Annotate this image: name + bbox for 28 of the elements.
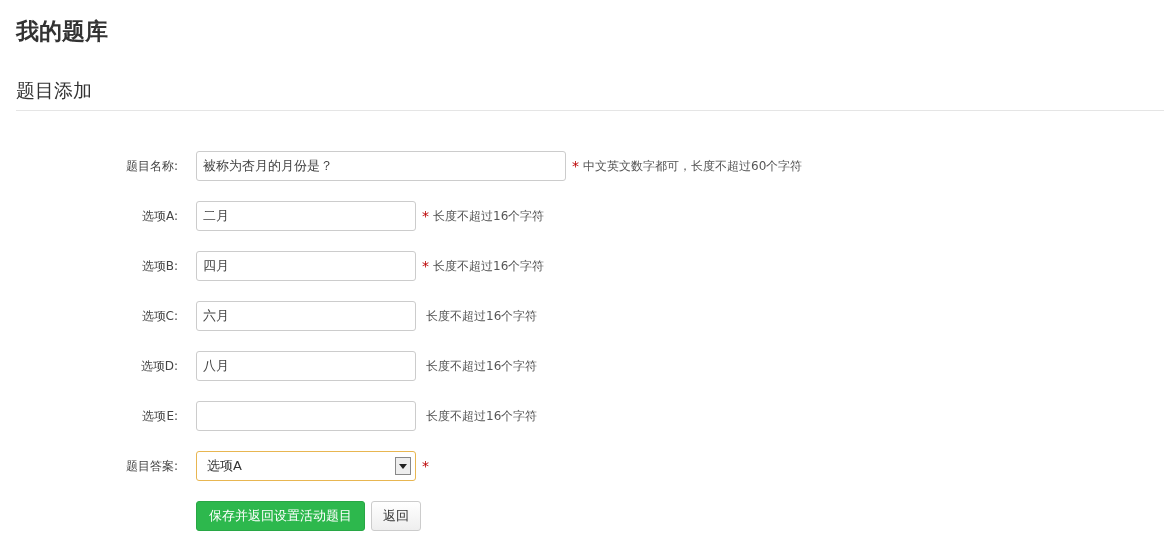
required-mark: * [422, 208, 429, 224]
input-field[interactable] [196, 401, 416, 431]
required-mark: * [422, 258, 429, 274]
field-hint: 长度不超过16个字符 [426, 307, 538, 325]
section-title: 题目添加 [16, 76, 1164, 111]
required-mark: * [572, 158, 579, 174]
input-field[interactable]: 四月 [196, 251, 416, 281]
field-label: 选项D: [139, 357, 178, 375]
input-field[interactable]: 八月 [196, 351, 416, 381]
field-label: 题目名称: [124, 157, 178, 175]
field-label: 选项A: [140, 207, 178, 225]
field-label: 选项E: [141, 407, 178, 425]
field-hint: 长度不超过16个字符 [433, 257, 545, 275]
field-label: 题目答案: [124, 457, 178, 475]
field-hint: 长度不超过16个字符 [426, 407, 538, 425]
field-hint: 长度不超过16个字符 [433, 207, 545, 225]
answer-select[interactable]: 选项A [196, 451, 416, 481]
required-mark: * [422, 458, 429, 474]
field-label: 选项B: [140, 257, 178, 275]
field-hint: 长度不超过16个字符 [426, 357, 538, 375]
page-title: 我的题库 [16, 17, 109, 46]
back-button[interactable]: 返回 [371, 501, 421, 531]
dropdown-icon [395, 457, 411, 475]
input-field[interactable]: 二月 [196, 201, 416, 231]
input-field[interactable]: 被称为杏月的月份是？ [196, 151, 566, 181]
field-hint: 中文英文数字都可，长度不超过60个字符 [583, 157, 803, 175]
field-label: 选项C: [140, 307, 178, 325]
input-field[interactable]: 六月 [196, 301, 416, 331]
